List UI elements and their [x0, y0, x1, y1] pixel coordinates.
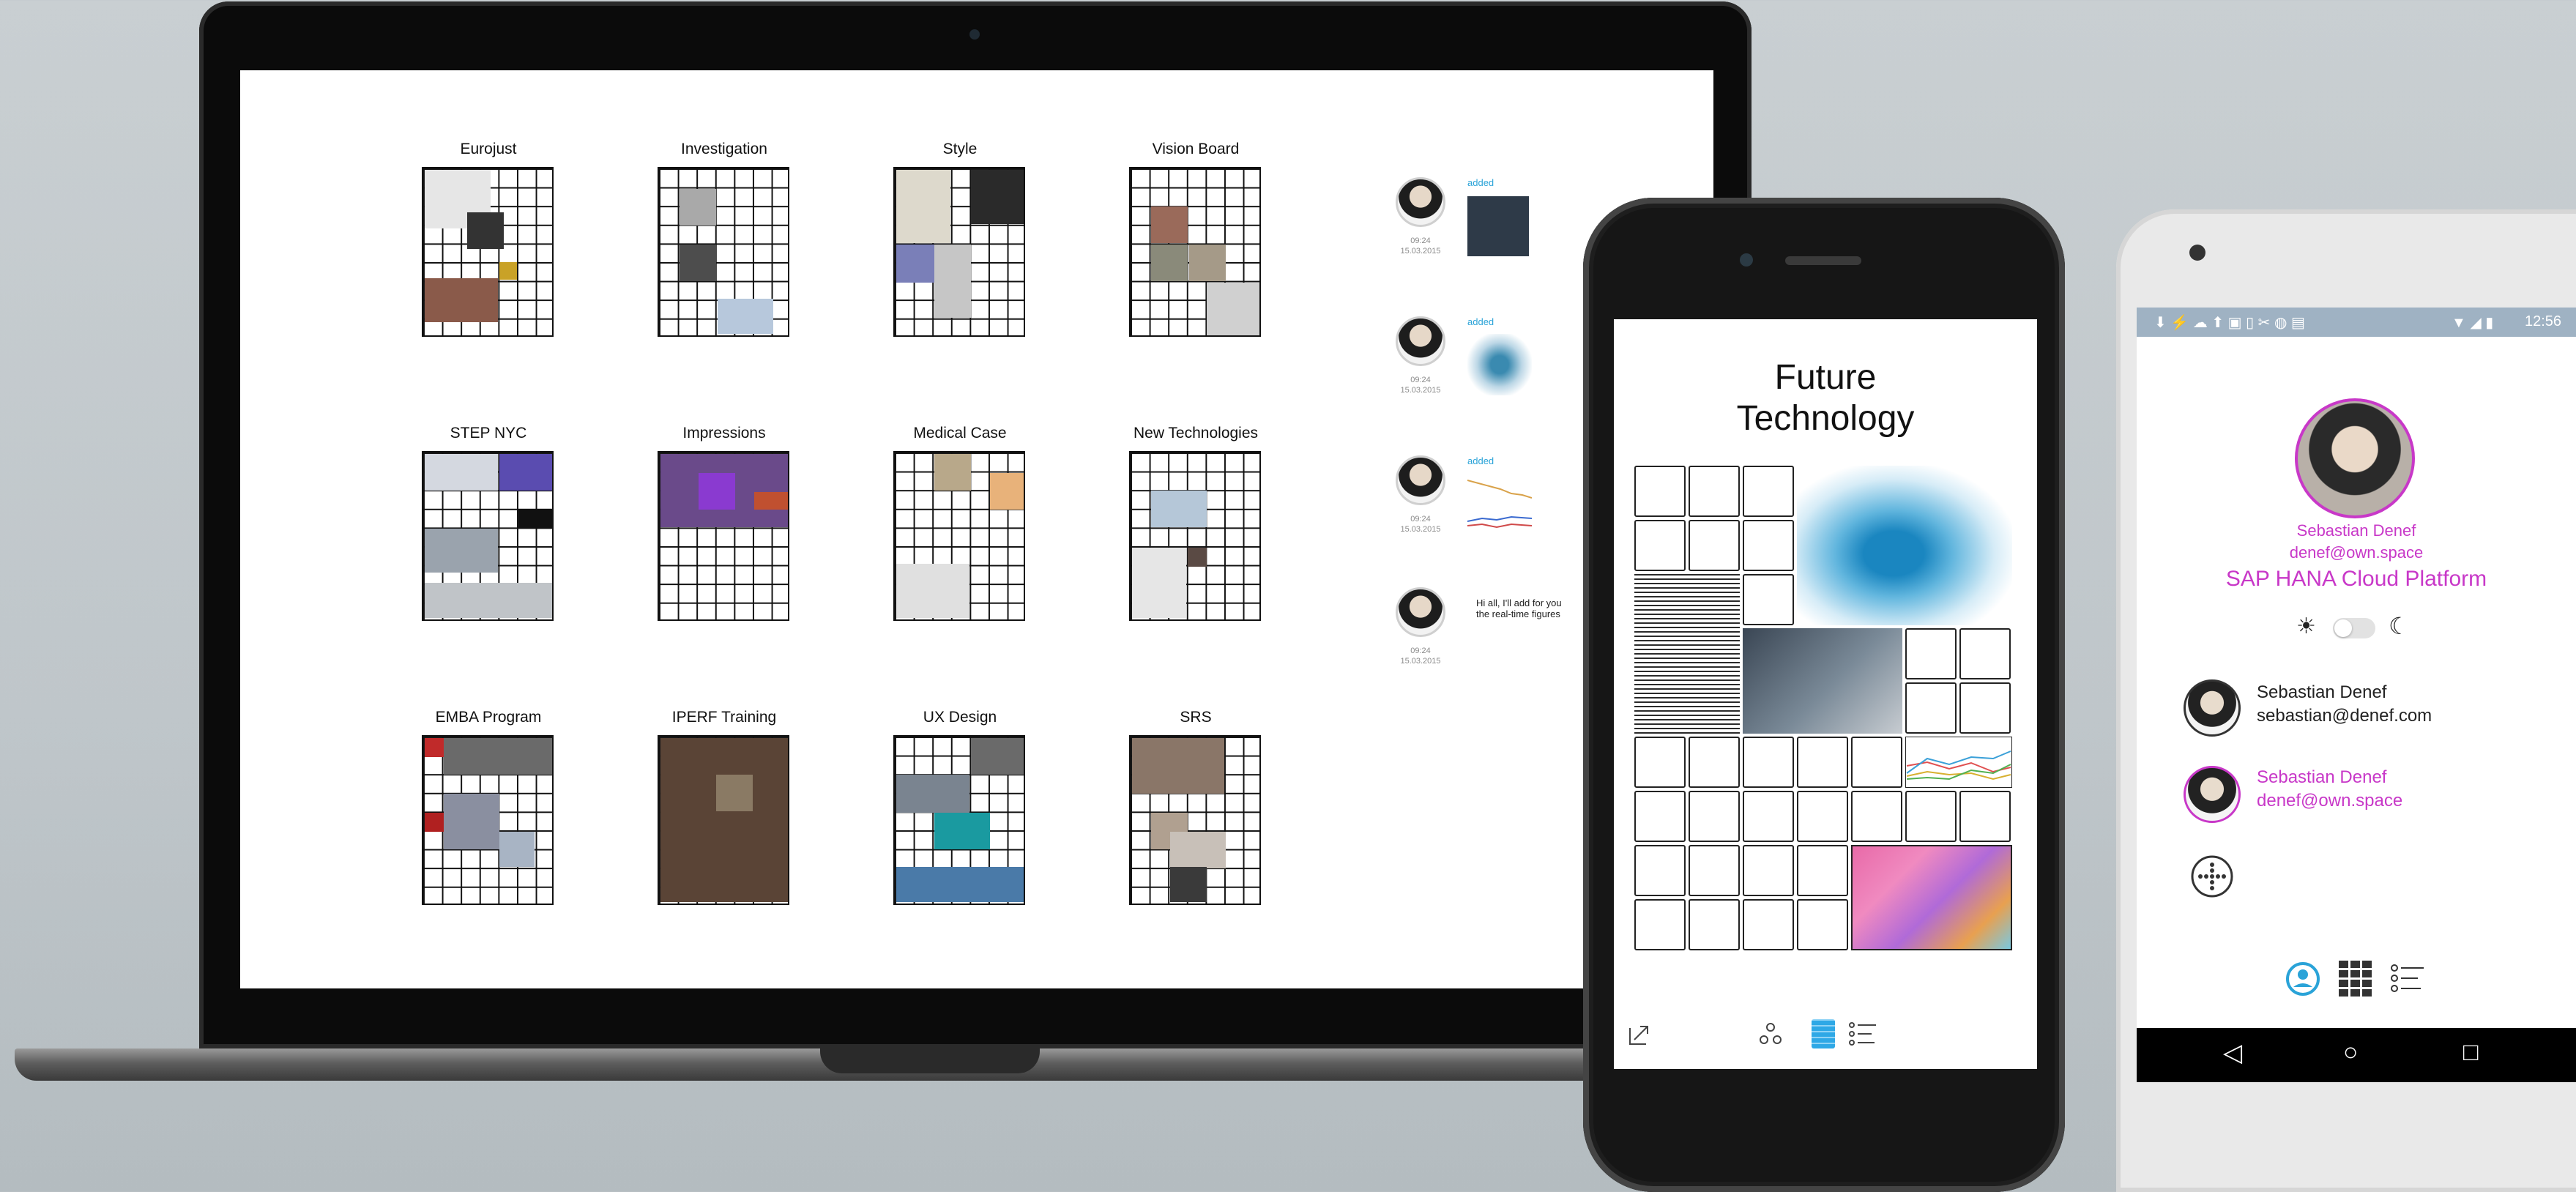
board-srs[interactable]: SRS [1129, 709, 1262, 905]
feed-thumbnail[interactable] [1467, 334, 1532, 395]
profile-email: denef@own.space [2289, 543, 2424, 562]
board-title: Vision Board [1152, 141, 1240, 157]
feed-action: added [1467, 177, 1494, 188]
android-nav-bar: ◁ ○ □ [2137, 1028, 2576, 1082]
iphone-camera [1740, 253, 1753, 267]
feed-thumbnail[interactable] [1467, 473, 1532, 534]
board-grid[interactable] [658, 735, 789, 905]
board-title: Eurojust [460, 141, 517, 157]
iphone-speaker [1785, 256, 1861, 265]
board-title: Medical Case [913, 425, 1007, 442]
board-title: Investigation [681, 141, 767, 157]
account-avatar[interactable] [2184, 679, 2241, 737]
account-name[interactable]: Sebastian Denef [2257, 767, 2386, 788]
board-title: SRS [1180, 709, 1212, 726]
board-grid[interactable] [422, 167, 554, 337]
board-grid[interactable] [1129, 167, 1261, 337]
board-vision-board[interactable]: Vision Board [1129, 141, 1262, 337]
board-grid[interactable] [893, 451, 1025, 621]
account-email[interactable]: sebastian@denef.com [2257, 706, 2432, 726]
recents-button[interactable]: □ [2463, 1038, 2479, 1067]
feed-time: 09:24 15.03.2015 [1400, 376, 1441, 395]
account-email[interactable]: denef@own.space [2257, 791, 2402, 811]
board-grid[interactable] [1129, 735, 1261, 905]
board-style[interactable]: Style [893, 141, 1027, 337]
board-title: UX Design [923, 709, 997, 726]
platform-name: SAP HANA Cloud Platform [2225, 567, 2487, 591]
map-tile[interactable] [1851, 845, 2012, 950]
board-title: IPERF Training [671, 709, 777, 726]
toggle-knob [2334, 619, 2352, 637]
feed-avatar[interactable] [1396, 455, 1445, 505]
board-new-technologies[interactable]: New Technologies [1129, 425, 1262, 621]
board-title: EMBA Program [435, 709, 542, 726]
network-graph-tile[interactable] [1797, 466, 2012, 625]
moon-icon[interactable]: ☾ [2389, 612, 2410, 640]
board-grid[interactable] [1129, 451, 1261, 621]
board-title-line1: Future [1774, 358, 1877, 397]
board-grid[interactable] [893, 167, 1025, 337]
laptop-notch [820, 1048, 1040, 1073]
back-button[interactable]: ◁ [2223, 1038, 2242, 1068]
photo-tile[interactable] [1743, 628, 1902, 734]
laptop-camera [969, 29, 980, 40]
network-icon[interactable] [1757, 1021, 1784, 1047]
board-title: STEP NYC [450, 425, 527, 442]
feed-time: 09:24 15.03.2015 [1400, 236, 1441, 256]
grid-icon[interactable] [1812, 1019, 1835, 1048]
feed-action: added [1467, 316, 1494, 327]
status-bar: ⬇ ⚡ ☁ ⬆ ▣ ▯ ✂ ◍ ▤ ▼ ◢ ▮ 12:56 [2137, 308, 2576, 337]
board-grid[interactable] [422, 451, 554, 621]
profile-tab-icon[interactable] [2285, 961, 2321, 997]
board-medical-case[interactable]: Medical Case [893, 425, 1027, 621]
feed-action: added [1467, 455, 1494, 466]
board-title-line2: Technology [1736, 399, 1915, 438]
board-step-nyc[interactable]: STEP NYC [422, 425, 555, 621]
feed-time: 09:24 15.03.2015 [1400, 515, 1441, 534]
home-button[interactable]: ○ [2343, 1038, 2359, 1067]
board-iperf-training[interactable]: IPERF Training [658, 709, 791, 905]
laptop-screen: Eurojust Investigation Style Vision Boar… [240, 70, 1713, 988]
feed-avatar[interactable] [1396, 177, 1445, 227]
android-camera [2189, 245, 2205, 261]
account-name[interactable]: Sebastian Denef [2257, 682, 2386, 703]
feed-time: 09:24 15.03.2015 [1400, 647, 1441, 666]
board-grid[interactable] [422, 735, 554, 905]
list-tab-icon[interactable] [2390, 962, 2425, 997]
board-emba-program[interactable]: EMBA Program [422, 709, 555, 905]
feed-message: Hi all, I'll add for you the real-time f… [1476, 597, 1562, 619]
board-title: New Technologies [1133, 425, 1259, 442]
android-screen: ⬇ ⚡ ☁ ⬆ ▣ ▯ ✂ ◍ ▤ ▼ ◢ ▮ 12:56 Sebastian … [2137, 308, 2576, 1082]
board-title: Impressions [682, 425, 766, 442]
share-icon[interactable] [1627, 1022, 1652, 1047]
profile-avatar[interactable] [2295, 398, 2415, 518]
iphone-screen: Future Technology [1614, 319, 2037, 1069]
board-grid[interactable] [893, 735, 1025, 905]
status-time: 12:56 [2525, 313, 2562, 329]
line-chart-tile[interactable] [1905, 737, 2012, 788]
theme-toggle[interactable] [2333, 618, 2375, 638]
board-ux-design[interactable]: UX Design [893, 709, 1027, 905]
board-investigation[interactable]: Investigation [658, 141, 791, 337]
list-icon[interactable] [1848, 1021, 1877, 1047]
notification-icons: ⬇ ⚡ ☁ ⬆ ▣ ▯ ✂ ◍ ▤ [2154, 315, 2305, 331]
feed-thumbnail[interactable] [1467, 196, 1529, 256]
feed-avatar[interactable] [1396, 587, 1445, 637]
board-grid[interactable] [658, 167, 789, 337]
wifi-battery-icons: ▼ ◢ ▮ [2452, 315, 2494, 331]
feed-avatar[interactable] [1396, 316, 1445, 366]
board-impressions[interactable]: Impressions [658, 425, 791, 621]
profile-name: Sebastian Denef [2296, 521, 2416, 540]
document-tile[interactable] [1634, 574, 1740, 734]
board-title: Style [942, 141, 978, 157]
account-avatar-active[interactable] [2184, 766, 2241, 823]
sun-icon[interactable]: ☀ [2296, 614, 2316, 639]
board-grid[interactable] [658, 451, 789, 621]
grid-tab-icon[interactable] [2337, 959, 2374, 1002]
add-account-icon[interactable] [2189, 854, 2235, 899]
board-eurojust[interactable]: Eurojust [422, 141, 555, 337]
